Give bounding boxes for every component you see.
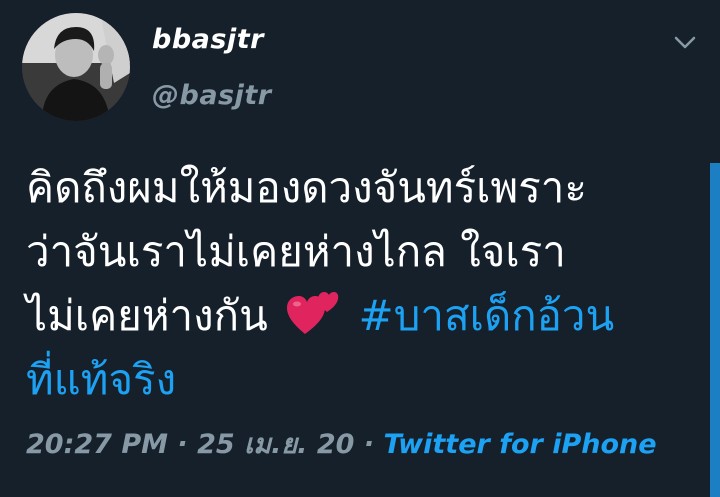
- separator-dot: ·: [363, 429, 375, 460]
- avatar[interactable]: [22, 13, 130, 121]
- two-hearts-emoji-icon: [285, 290, 339, 336]
- tweet-date[interactable]: 25 เม.ย. 20: [197, 429, 354, 460]
- tweet-text-segment: ไม่เคยห่างกัน: [26, 291, 268, 340]
- tweet-text-line: ที่แท้จริง: [26, 348, 706, 412]
- chevron-down-icon[interactable]: [672, 30, 698, 56]
- tweet-source-link[interactable]: Twitter for iPhone: [383, 429, 656, 460]
- display-name[interactable]: bbasjtr: [152, 24, 264, 55]
- user-handle[interactable]: @basjtr: [152, 80, 272, 111]
- tweet-card[interactable]: bbasjtr @basjtr คิดถึงผมให้มองดวงจันทร์เ…: [0, 0, 720, 497]
- tweet-text-line: คิดถึงผมให้มองดวงจันทร์เพราะ: [26, 163, 587, 212]
- hashtag-link[interactable]: #บาสเด็กอ้วน: [359, 291, 615, 340]
- tweet-text-line: ไม่เคยห่างกัน #บาสเด็กอ้วน: [26, 284, 706, 348]
- hashtag-link-continued[interactable]: ที่แท้จริง: [26, 355, 176, 404]
- tweet-text-line: ว่าจันเราไม่เคยห่างไกล ใจเรา: [26, 227, 566, 276]
- tweet-text: คิดถึงผมให้มองดวงจันทร์เพราะ ว่าจันเราไม…: [26, 156, 706, 412]
- scrollbar[interactable]: [710, 163, 720, 497]
- tweet-meta: 20:27 PM · 25 เม.ย. 20 · Twitter for iPh…: [26, 422, 657, 465]
- separator-dot: ·: [177, 429, 188, 460]
- tweet-time[interactable]: 20:27 PM: [26, 429, 168, 460]
